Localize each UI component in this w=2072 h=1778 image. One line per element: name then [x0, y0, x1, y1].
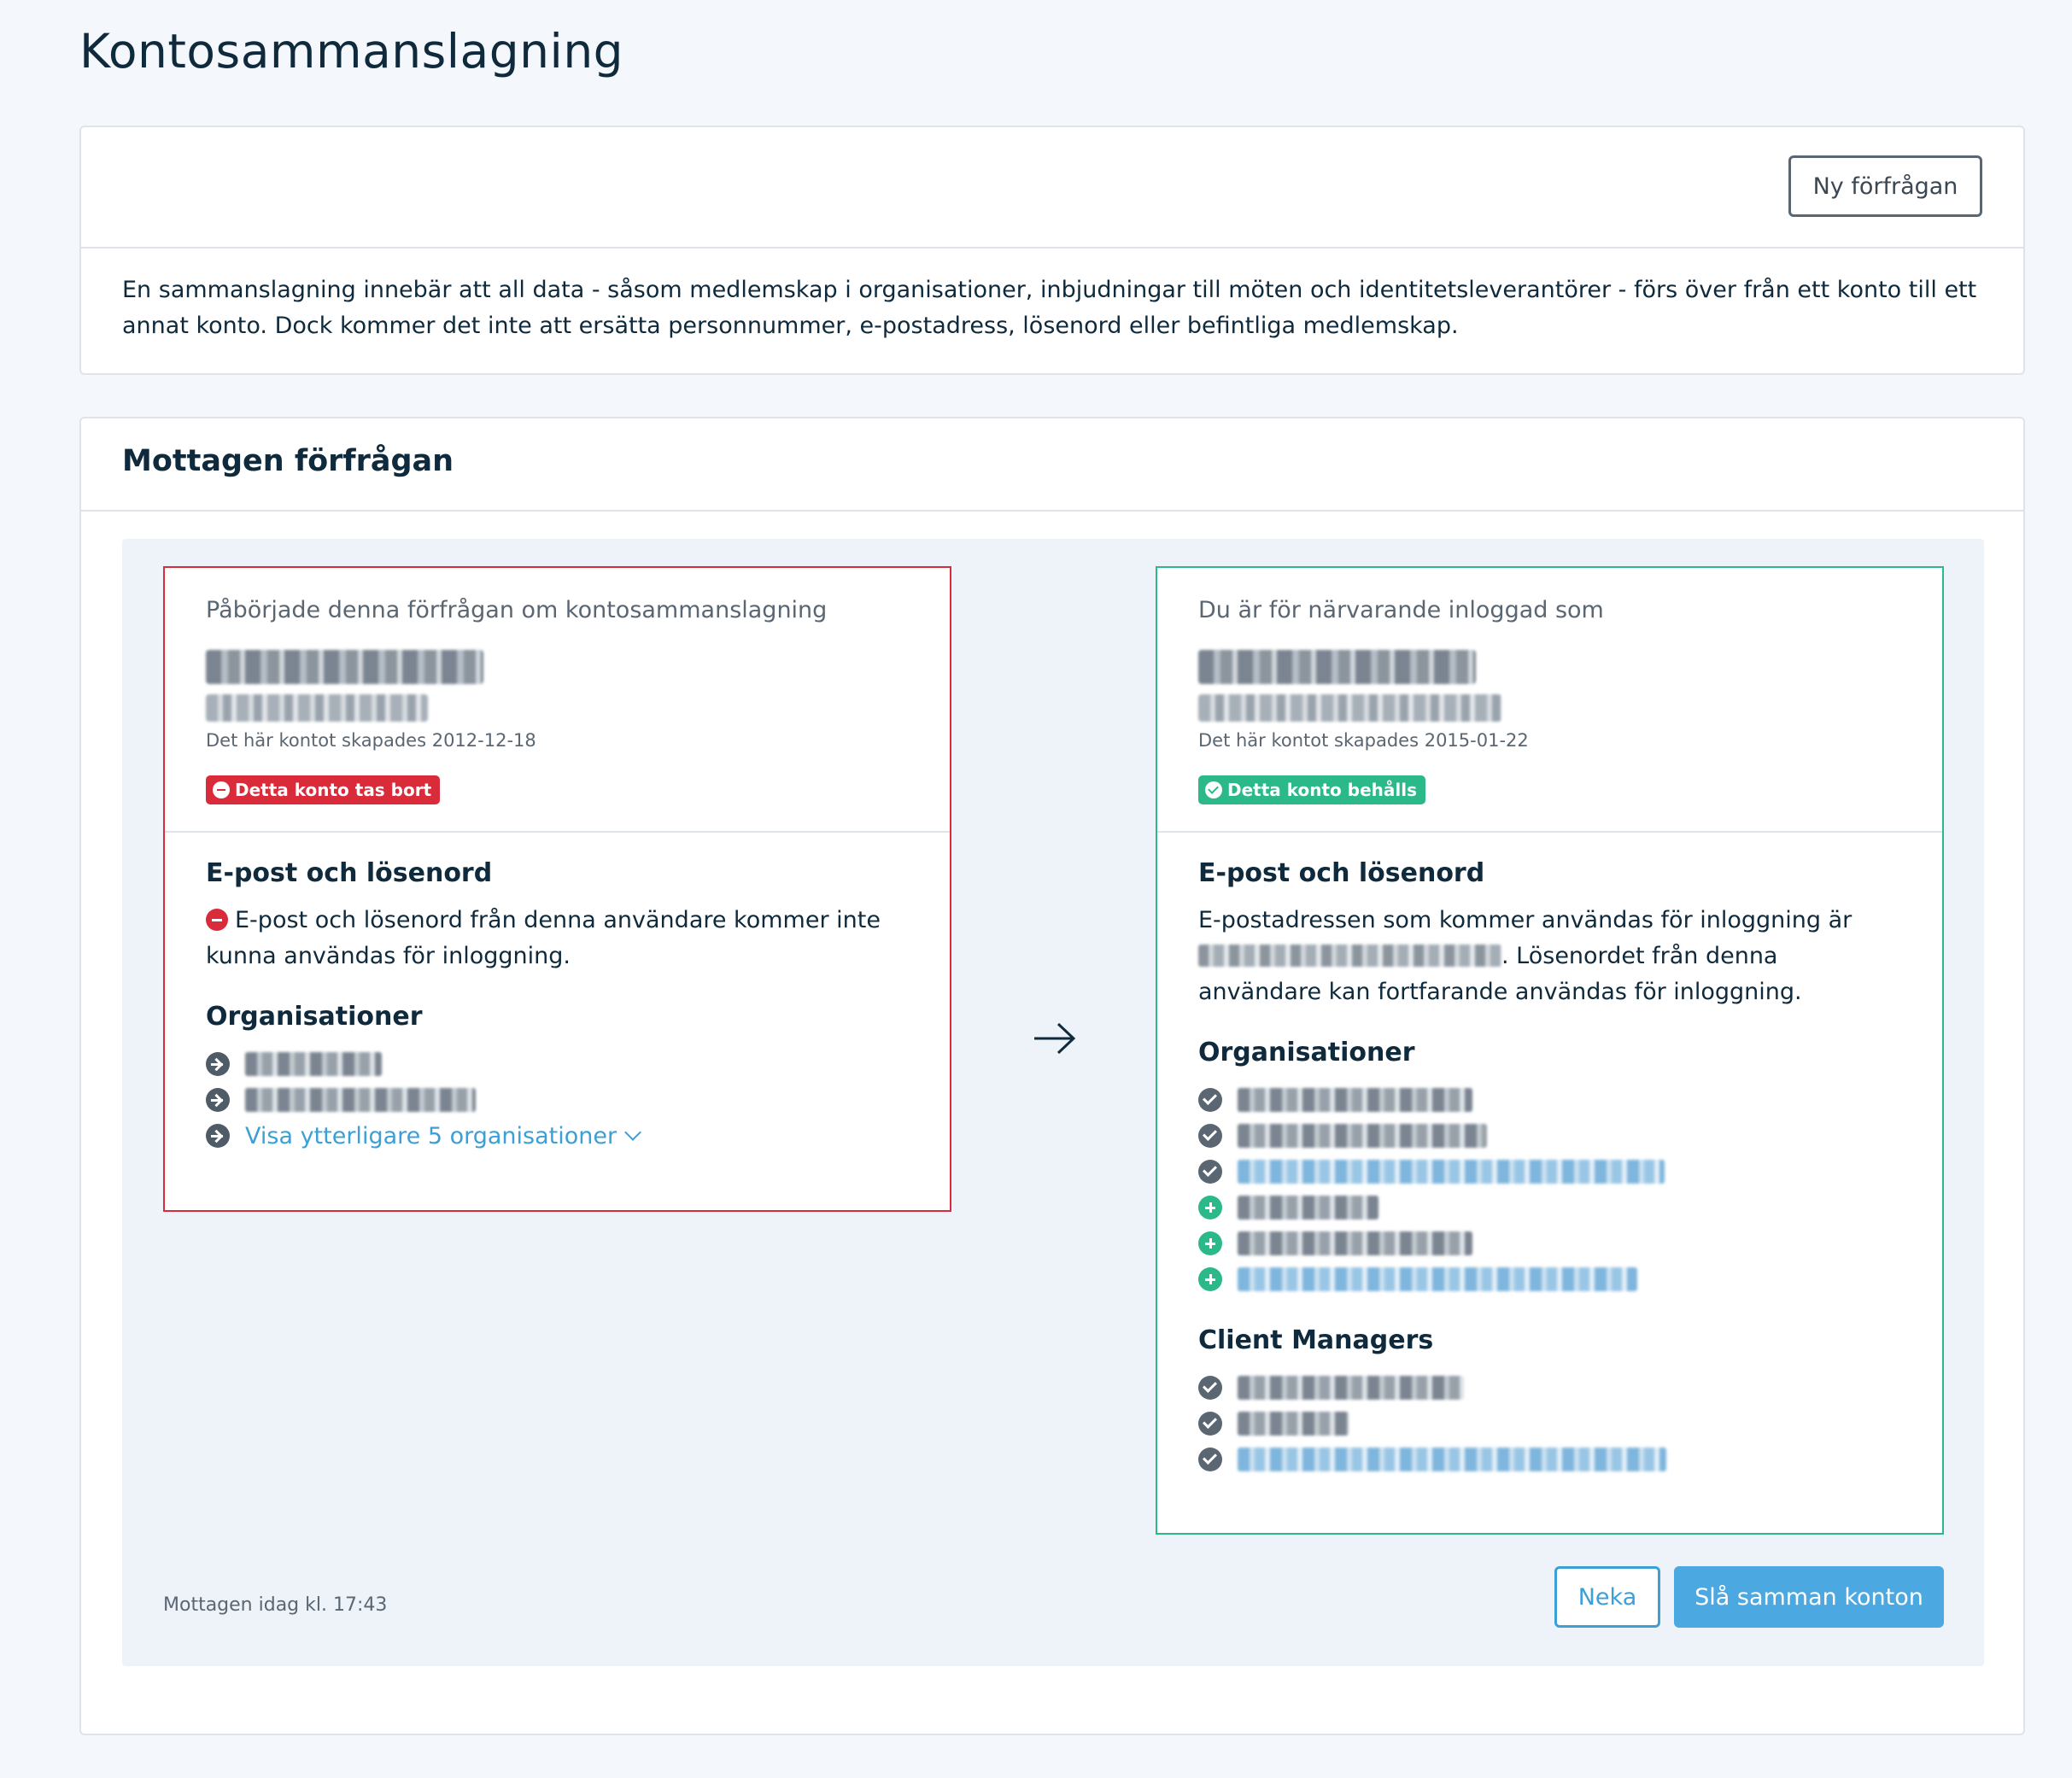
check-circle-icon: [1198, 1376, 1222, 1400]
arrow-right-icon: [206, 1124, 230, 1148]
org-name-redacted: [1238, 1088, 1472, 1112]
arrow-right-icon: [206, 1052, 230, 1076]
request-header: Mottagen förfrågan: [81, 418, 2023, 512]
source-org-list: Visa ytterligare 5 organisationer: [206, 1046, 641, 1154]
list-item: [1198, 1442, 1666, 1477]
info-card-toolbar: Ny förfrågan: [81, 127, 2023, 249]
account-kept-badge: Detta konto behålls: [1198, 775, 1425, 804]
request-title: Mottagen förfrågan: [122, 444, 454, 478]
info-card: Ny förfrågan En sammanslagning innebär a…: [79, 126, 2025, 375]
source-account-email-redacted: [206, 694, 428, 722]
target-account-header: Du är för närvarande inloggad som Det hä…: [1157, 568, 1942, 833]
show-more-orgs-label: Visa ytterligare 5 organisationer: [245, 1122, 618, 1149]
source-orgs-title: Organisationer: [206, 1002, 423, 1032]
list-item: Visa ytterligare 5 organisationer: [206, 1118, 641, 1154]
arrow-right-icon: [1034, 1022, 1076, 1055]
source-account-caption: Påbörjade denna förfrågan om kontosamman…: [206, 597, 828, 623]
target-orgs-title: Organisationer: [1198, 1038, 1415, 1067]
source-email-section-title: E-post och lösenord: [206, 858, 493, 888]
check-circle-icon: [1198, 1124, 1222, 1148]
page-title: Kontosammanslagning: [79, 24, 624, 79]
list-item: [1198, 1154, 1665, 1190]
list-item: [1198, 1190, 1665, 1225]
check-circle-icon: [1198, 1160, 1222, 1184]
target-account-name-redacted: [1198, 650, 1476, 684]
check-circle-icon: [1198, 1448, 1222, 1471]
target-account-panel: Du är för närvarande inloggad som Det hä…: [1156, 566, 1944, 1535]
org-name-redacted[interactable]: [1238, 1267, 1637, 1291]
list-item: [206, 1082, 639, 1118]
target-email-text-before: E-postadressen som kommer användas för i…: [1198, 907, 1853, 933]
list-item: [1198, 1225, 1665, 1261]
account-kept-badge-label: Detta konto behålls: [1227, 780, 1417, 800]
list-item: [1198, 1370, 1666, 1406]
request-body: Påbörjade denna förfrågan om kontosamman…: [122, 539, 1984, 1666]
plus-circle-icon: [1198, 1196, 1222, 1219]
target-account-email-redacted: [1198, 694, 1501, 722]
arrow-right-icon: [206, 1088, 230, 1112]
list-item: [1198, 1082, 1665, 1118]
show-more-orgs-link[interactable]: Visa ytterligare 5 organisationer: [245, 1122, 641, 1149]
source-account-created: Det här kontot skapades 2012-12-18: [206, 730, 536, 751]
org-name-redacted: [245, 1088, 476, 1112]
source-email-text-content: E-post och lösenord från denna användare…: [206, 907, 881, 969]
source-email-text: E-post och lösenord från denna användare…: [206, 903, 915, 974]
check-circle-icon: [1198, 1088, 1222, 1112]
minus-circle-icon: [206, 909, 228, 931]
new-request-button[interactable]: Ny förfrågan: [1788, 155, 1982, 217]
source-account-panel: Påbörjade denna förfrågan om kontosamman…: [163, 566, 951, 1212]
plus-circle-icon: [1198, 1267, 1222, 1291]
received-timestamp: Mottagen idag kl. 17:43: [163, 1594, 388, 1616]
org-name-redacted: [1238, 1124, 1487, 1148]
check-circle-icon: [1205, 781, 1222, 798]
org-name-redacted: [1238, 1196, 1378, 1219]
list-item: [1198, 1261, 1665, 1297]
merge-accounts-button[interactable]: Slå samman konton: [1674, 1566, 1944, 1628]
client-managers-title: Client Managers: [1198, 1325, 1434, 1355]
client-managers-list: [1198, 1370, 1666, 1477]
merge-description: En sammanslagning innebär att all data -…: [122, 277, 1977, 339]
plus-circle-icon: [1198, 1231, 1222, 1255]
page: Kontosammanslagning Ny förfrågan En samm…: [0, 0, 2072, 1778]
client-manager-redacted: [1238, 1376, 1464, 1400]
reject-button[interactable]: Neka: [1554, 1566, 1660, 1628]
target-account-caption: Du är för närvarande inloggad som: [1198, 597, 1604, 623]
target-org-list: [1198, 1082, 1665, 1297]
list-item: [1198, 1406, 1666, 1442]
source-account-header: Påbörjade denna förfrågan om kontosamman…: [165, 568, 950, 833]
list-item: [206, 1046, 639, 1082]
org-name-redacted[interactable]: [1238, 1160, 1665, 1184]
chevron-down-icon: [624, 1124, 641, 1141]
client-manager-redacted[interactable]: [1238, 1448, 1666, 1471]
source-account-name-redacted: [206, 650, 483, 684]
minus-circle-icon: [213, 781, 230, 798]
account-removed-badge-label: Detta konto tas bort: [235, 780, 432, 800]
org-name-redacted: [1238, 1231, 1472, 1255]
target-email-text: E-postadressen som kommer användas för i…: [1198, 903, 1907, 1010]
check-circle-icon: [1198, 1412, 1222, 1436]
login-email-redacted: [1198, 945, 1501, 967]
client-manager-redacted: [1238, 1412, 1349, 1436]
list-item: [1198, 1118, 1665, 1154]
account-removed-badge: Detta konto tas bort: [206, 775, 441, 804]
target-email-section-title: E-post och lösenord: [1198, 858, 1485, 888]
target-account-created: Det här kontot skapades 2015-01-22: [1198, 730, 1529, 751]
org-name-redacted: [245, 1052, 382, 1076]
received-request-card: Mottagen förfrågan Påbörjade denna förfr…: [79, 417, 2025, 1735]
